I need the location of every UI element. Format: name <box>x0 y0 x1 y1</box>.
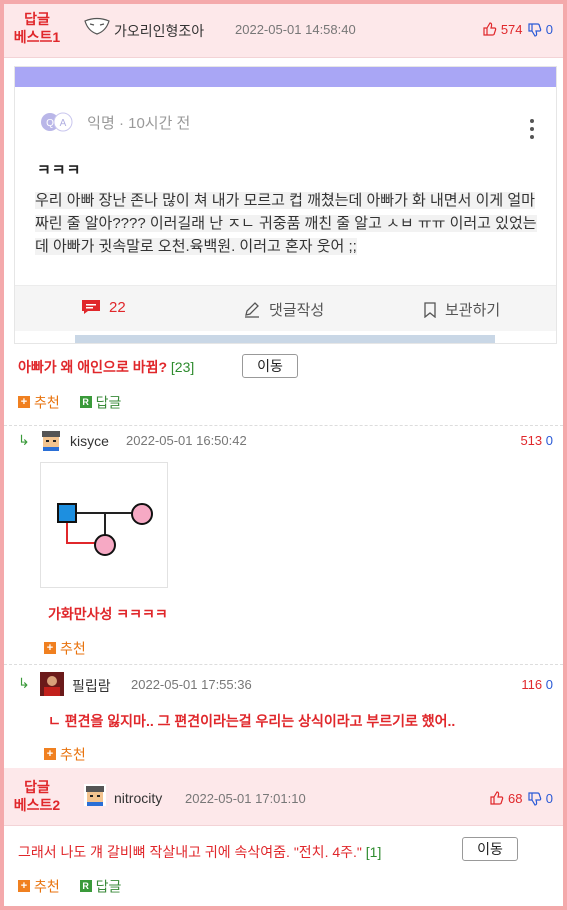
qa-bubble-icon: QA <box>39 111 75 137</box>
reply2-down-count[interactable]: 0 <box>546 677 553 692</box>
recommend-button[interactable]: + 추천 <box>18 393 60 410</box>
down-count: 0 <box>545 22 553 37</box>
divider <box>4 425 563 426</box>
reply-label: 답글 <box>95 394 122 410</box>
reply2-nickname[interactable]: 필립람 <box>72 676 111 696</box>
embedded-post-body: 우리 아빠 장난 존나 많이 쳐 내가 모르고 컵 깨쳤는데 아빠가 화 내면서… <box>35 189 545 258</box>
move-button[interactable]: 이동 <box>242 354 298 378</box>
best2-nickname[interactable]: nitrocity <box>114 790 162 806</box>
reply1-text: 가화만사성 ㅋㅋㅋㅋ <box>48 606 168 622</box>
recommend-label: 추천 <box>60 746 86 762</box>
reply-button[interactable]: R 답글 <box>79 393 122 410</box>
author-nickname[interactable]: 가오리인형조아 <box>114 21 204 41</box>
comment-thread: 답글 베스트1 가오리인형조아 2022-05-01 14:58:40 574 … <box>4 4 563 906</box>
embedded-save: 보관하기 <box>423 299 500 322</box>
best2-up-count: 68 <box>508 791 523 806</box>
write-comment-text: 댓글작성 <box>269 302 325 319</box>
kebab-menu-icon <box>530 119 534 143</box>
reply-r-icon: R <box>79 880 92 892</box>
vote-counts: 574 0 <box>483 22 553 40</box>
plus-icon: + <box>18 880 30 892</box>
best-badge-line1: 답글 <box>24 11 50 27</box>
reply2-datetime: 2022-05-01 17:55:36 <box>131 677 252 692</box>
bookmark-icon <box>423 302 437 322</box>
best-badge-line1: 답글 <box>24 779 50 795</box>
comment-icon <box>81 299 101 319</box>
reply2-text: ㄴ 편견을 잃지마.. 그 편견이라는걸 우리는 상식이라고 부르기로 했어.. <box>48 713 456 729</box>
reply2-up-count[interactable]: 116 <box>521 677 542 692</box>
reply2-recommend-button[interactable]: + 추천 <box>44 745 86 762</box>
screenshot-top-bar <box>15 67 556 87</box>
plus-icon: + <box>44 748 56 760</box>
best-badge-line2: 베스트1 <box>13 29 61 45</box>
svg-text:A: A <box>60 118 67 129</box>
reply2-votes: 116 0 <box>521 677 553 692</box>
screenshot-bottom-strip <box>75 335 495 343</box>
thumbs-up-icon[interactable] <box>490 791 504 808</box>
recommend-label: 추천 <box>34 878 60 894</box>
comment-count-text: 22 <box>109 299 126 316</box>
best-badge-2: 답글 베스트2 <box>4 778 70 814</box>
plus-icon: + <box>44 642 56 654</box>
reply-label: 답글 <box>95 878 122 894</box>
reply1-action-row: + 추천 <box>44 638 86 658</box>
post-datetime: 2022-05-01 14:58:40 <box>235 22 356 37</box>
best-badge-line2: 베스트2 <box>13 797 61 813</box>
post-title-link[interactable]: 아빠가 왜 애인으로 바뀜? <box>18 359 167 375</box>
recommend-label: 추천 <box>34 394 60 410</box>
recommend-label: 추천 <box>60 640 86 656</box>
pixel-avatar-icon <box>84 784 106 806</box>
pencil-icon <box>243 302 261 322</box>
embedded-post-meta: QA 익명 · 10시간 전 <box>39 111 190 137</box>
photo-avatar-icon <box>40 672 64 696</box>
reply-r-icon: R <box>79 396 92 408</box>
reply1-nickname[interactable]: kisyce <box>70 433 109 449</box>
best2-move-button[interactable]: 이동 <box>462 837 518 861</box>
thumbs-down-icon[interactable] <box>528 23 542 40</box>
reply2-action-row: + 추천 <box>44 744 86 764</box>
reply-arrow-icon: ↳ <box>18 432 30 448</box>
best2-datetime: 2022-05-01 17:01:10 <box>185 791 306 806</box>
family-diagram-image <box>40 462 168 588</box>
reply1-datetime: 2022-05-01 16:50:42 <box>126 433 247 448</box>
best2-comment-count: [1] <box>365 844 382 860</box>
embedded-post-title: ㅋㅋㅋ <box>37 162 82 179</box>
embedded-comment-count: 22 <box>81 299 126 319</box>
thumbs-up-icon[interactable] <box>483 22 497 39</box>
reply-arrow-icon: ↳ <box>18 675 30 691</box>
save-text: 보관하기 <box>445 302 501 319</box>
mask-avatar-icon <box>84 16 110 39</box>
best2-votes: 68 0 <box>490 791 553 809</box>
best2-down-count: 0 <box>545 791 553 806</box>
reply1-down-count[interactable]: 0 <box>546 433 553 448</box>
best2-recommend-button[interactable]: + 추천 <box>18 877 60 894</box>
embedded-body-text: 우리 아빠 장난 존나 많이 쳐 내가 모르고 컵 깨쳤는데 아빠가 화 내면서… <box>35 192 537 255</box>
best-badge-1: 답글 베스트1 <box>4 10 70 46</box>
best2-text[interactable]: 그래서 나도 걔 갈비뼈 작살내고 귀에 속삭여줌. "전치. 4주." <box>18 844 362 860</box>
post-title-line: 아빠가 왜 애인으로 바뀜? [23] <box>18 357 194 377</box>
plus-icon: + <box>18 396 30 408</box>
embedded-meta-text: 익명 · 10시간 전 <box>87 114 191 132</box>
best2-text-line: 그래서 나도 걔 갈비뼈 작살내고 귀에 속삭여줌. "전치. 4주." [1] <box>18 842 381 862</box>
best-reply-1-header: 답글 베스트1 가오리인형조아 2022-05-01 14:58:40 574 … <box>4 4 563 58</box>
reply1-votes: 513 0 <box>520 433 553 448</box>
best2-action-row: + 추천 R 답글 <box>18 876 121 896</box>
best-reply-2-header: 답글 베스트2 nitrocity 2022-05-01 17:01:10 68… <box>4 768 563 826</box>
embedded-screenshot: QA 익명 · 10시간 전 ㅋㅋㅋ 우리 아빠 장난 존나 많이 쳐 내가 모… <box>14 66 557 344</box>
post-comment-count: [23] <box>170 359 195 375</box>
reply1-up-count[interactable]: 513 <box>520 433 542 448</box>
divider <box>4 664 563 665</box>
embedded-write-comment: 댓글작성 <box>243 299 324 322</box>
svg-text:Q: Q <box>46 118 54 129</box>
best1-action-row: + 추천 R 답글 <box>18 392 121 412</box>
best2-reply-button[interactable]: R 답글 <box>79 877 122 894</box>
reply1-recommend-button[interactable]: + 추천 <box>44 639 86 656</box>
embedded-action-bar: 22 댓글작성 보관하기 <box>15 285 556 331</box>
up-count: 574 <box>500 22 523 37</box>
pixel-avatar-icon <box>40 429 62 451</box>
thumbs-down-icon[interactable] <box>528 792 542 809</box>
